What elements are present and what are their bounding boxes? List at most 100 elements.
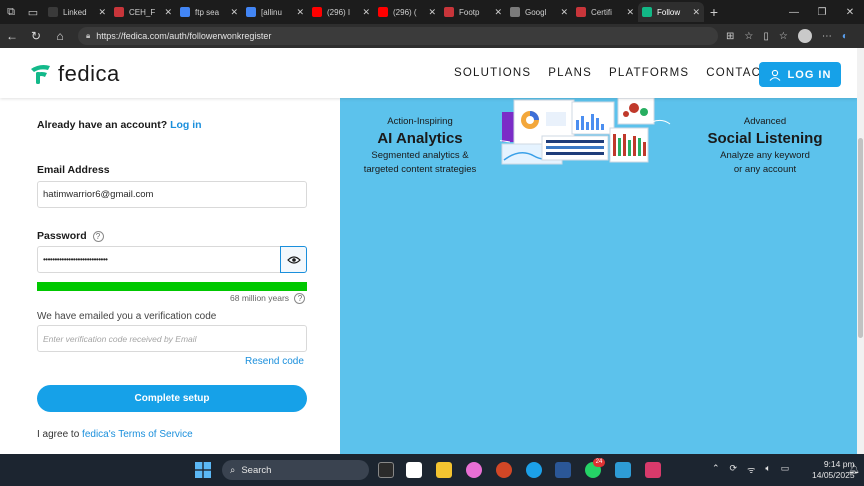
scrollbar-thumb[interactable] xyxy=(858,138,863,338)
url-text: https://fedica.com/auth/followerwonkregi… xyxy=(96,31,272,41)
tab-title: (296) ( xyxy=(393,7,417,17)
browser-tab[interactable]: CEH_F ✕ xyxy=(110,2,176,22)
eye-icon xyxy=(286,255,301,264)
close-window-button[interactable]: ✕ xyxy=(836,7,864,18)
show-password-button[interactable] xyxy=(280,246,307,273)
browser-tab[interactable]: ftp sea ✕ xyxy=(176,2,242,22)
edge-icon[interactable] xyxy=(526,462,542,478)
ai-analytics-kicker: Action-Inspiring xyxy=(387,116,453,127)
tab-favicon-icon xyxy=(444,7,454,17)
app-icon[interactable] xyxy=(645,462,661,478)
terms-link[interactable]: fedica's Terms of Service xyxy=(82,429,193,440)
password-strength-text: 68 million years ? xyxy=(230,293,306,305)
restore-button[interactable]: ❐ xyxy=(808,7,836,18)
microsoft-store-icon[interactable] xyxy=(406,462,422,478)
virtualbox-icon[interactable] xyxy=(615,462,631,478)
browser-tab[interactable]: [allinu ✕ xyxy=(242,2,308,22)
tab-title: CEH_F xyxy=(129,7,156,17)
tab-actions-icon[interactable]: ▭ xyxy=(22,0,44,24)
terms-prefix: I agree to xyxy=(37,429,80,440)
strength-help-icon[interactable]: ? xyxy=(294,293,306,305)
task-view-icon[interactable] xyxy=(378,462,394,478)
workspaces-icon[interactable]: ⧉ xyxy=(0,0,22,24)
ai-analytics-title: AI Analytics xyxy=(377,130,463,147)
social-listening-sub2: or any account xyxy=(733,164,797,175)
browser-tab[interactable]: Follow ✕ xyxy=(638,2,704,22)
lock-icon[interactable]: 🔒︎ xyxy=(86,31,90,41)
login-link[interactable]: Log in xyxy=(170,119,202,131)
ai-analytics-block: Action-Inspiring AI Analytics Segmented … xyxy=(346,116,494,177)
password-label: Password ? xyxy=(37,230,104,242)
browser-tab[interactable]: Googl ✕ xyxy=(506,2,572,22)
notification-bell-icon[interactable]: 🔔︎ xyxy=(848,464,859,475)
browser-tab-bar: ⧉ ▭ Linked ✕ CEH_F ✕ ftp sea ✕ [allinu ✕ (296) I… xyxy=(0,0,864,24)
word-icon[interactable] xyxy=(555,462,571,478)
dashboard-screenshots-image xyxy=(500,98,671,165)
ai-analytics-sub1: Segmented analytics & xyxy=(371,150,469,161)
tab-strip: Linked ✕ CEH_F ✕ ftp sea ✕ [allinu ✕ (296) I ✕ (29… xyxy=(44,2,704,22)
login-button[interactable]: LOG IN xyxy=(759,62,841,87)
tab-close-icon[interactable]: ✕ xyxy=(692,7,700,18)
home-icon[interactable]: ⌂ xyxy=(48,29,72,43)
tab-close-icon[interactable]: ✕ xyxy=(230,7,238,18)
copilot-app-icon[interactable] xyxy=(466,462,482,478)
powerpoint-icon[interactable] xyxy=(496,462,512,478)
browser-tab[interactable]: (296) ( ✕ xyxy=(374,2,440,22)
page-scrollbar[interactable] xyxy=(857,48,864,454)
volume-mute-icon[interactable]: 🔈︎ xyxy=(765,463,770,476)
url-field[interactable]: 🔒︎ https://fedica.com/auth/followerwonkr… xyxy=(78,27,718,45)
chevron-up-icon[interactable]: ⌃ xyxy=(712,463,720,476)
new-tab-button[interactable]: + xyxy=(704,4,724,20)
copilot-icon[interactable]: ◐ xyxy=(842,31,848,42)
social-listening-block: Advanced Social Listening Analyze any ke… xyxy=(690,116,840,177)
split-screen-icon[interactable]: ▯ xyxy=(763,31,769,42)
resend-code-link[interactable]: Resend code xyxy=(245,356,304,367)
refresh-icon[interactable]: ↻ xyxy=(24,29,48,43)
password-field[interactable]: •••••••••••••••••••••••••••• xyxy=(37,246,281,273)
tab-close-icon[interactable]: ✕ xyxy=(362,7,370,18)
tab-title: Follow xyxy=(657,7,681,17)
tab-favicon-icon xyxy=(114,7,124,17)
browser-tab[interactable]: Footp ✕ xyxy=(440,2,506,22)
search-icon: ⌕ xyxy=(230,464,236,476)
browser-tab[interactable]: Certifi ✕ xyxy=(572,2,638,22)
email-label: Email Address xyxy=(37,164,110,176)
apps-icon[interactable]: ⊞ xyxy=(726,31,734,42)
fedica-logo[interactable]: fedica xyxy=(28,61,120,87)
nav-plans[interactable]: PLANS xyxy=(548,67,592,79)
more-options-icon[interactable]: ⋯ xyxy=(822,31,832,42)
tab-favicon-icon xyxy=(48,7,58,17)
back-icon[interactable]: ← xyxy=(0,29,24,43)
favorite-star-icon[interactable]: ☆ xyxy=(744,31,753,42)
user-icon xyxy=(769,69,780,81)
tab-close-icon[interactable]: ✕ xyxy=(296,7,304,18)
web-page: fedica SOLUTIONS PLANS PLATFORMS CONTACT… xyxy=(0,48,857,454)
sync-icon[interactable]: ⟳ xyxy=(730,463,738,476)
tab-close-icon[interactable]: ✕ xyxy=(560,7,568,18)
tab-close-icon[interactable]: ✕ xyxy=(164,7,172,18)
strength-text: 68 million years xyxy=(230,293,290,303)
browser-tab[interactable]: Linked ✕ xyxy=(44,2,110,22)
favorites-icon[interactable]: ☆ xyxy=(779,31,788,42)
browser-tab[interactable]: (296) I ✕ xyxy=(308,2,374,22)
minimize-button[interactable]: — xyxy=(780,7,808,18)
social-listening-sub1: Analyze any keyword xyxy=(720,150,810,161)
email-field[interactable]: hatimwarrior6@gmail.com xyxy=(37,181,307,208)
help-icon[interactable]: ? xyxy=(92,230,104,242)
tab-close-icon[interactable]: ✕ xyxy=(98,7,106,18)
tab-close-icon[interactable]: ✕ xyxy=(494,7,502,18)
taskbar-search[interactable]: ⌕ Search xyxy=(222,460,369,480)
nav-solutions[interactable]: SOLUTIONS xyxy=(454,67,531,79)
profile-avatar[interactable] xyxy=(797,29,812,43)
windows-start-icon[interactable] xyxy=(195,462,211,478)
file-explorer-icon[interactable] xyxy=(436,462,452,478)
network-icon[interactable]: ᯤ xyxy=(747,463,755,476)
windows-taskbar: ⌕ Search 24 ⌃ ⟳ ᯤ 🔈︎ ▭ 9:14 pm 14/05/202… xyxy=(0,454,864,486)
tab-close-icon[interactable]: ✕ xyxy=(626,7,634,18)
battery-icon[interactable]: ▭ xyxy=(781,463,790,476)
complete-setup-button[interactable]: Complete setup xyxy=(37,385,307,412)
email-value: hatimwarrior6@gmail.com xyxy=(43,189,154,200)
tab-close-icon[interactable]: ✕ xyxy=(428,7,436,18)
verification-code-input[interactable]: Enter verification code received by Emai… xyxy=(37,325,307,352)
nav-platforms[interactable]: PLATFORMS xyxy=(609,67,689,79)
